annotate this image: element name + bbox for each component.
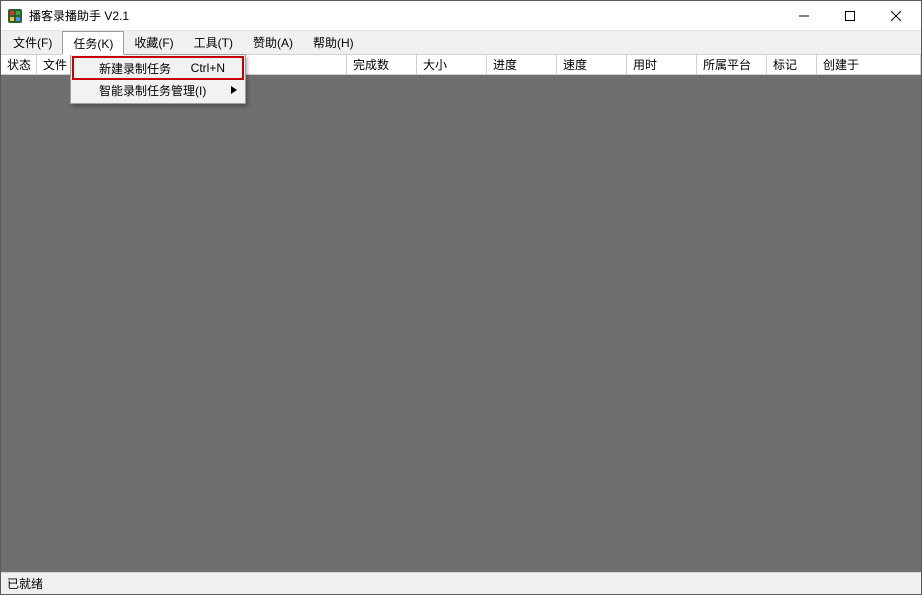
menu-help[interactable]: 帮助(H) [303, 31, 364, 54]
menu-file[interactable]: 文件(F) [3, 31, 62, 54]
menu-item-accel: Ctrl+N [191, 61, 225, 75]
minimize-button[interactable] [781, 1, 827, 31]
statusbar: 已就绪 [1, 572, 921, 594]
status-text: 已就绪 [7, 575, 43, 592]
menu-item-label: 智能录制任务管理(I) [99, 82, 225, 99]
menubar: 文件(F) 任务(K) 收藏(F) 工具(T) 赞助(A) 帮助(H) 新建录制… [1, 31, 921, 55]
col-elapsed[interactable]: 用时 [627, 55, 697, 74]
window-title: 播客录播助手 V2.1 [29, 7, 129, 24]
app-window: 播客录播助手 V2.1 文件(F) 任务(K) 收藏(F) 工具(T) 赞助(A… [0, 0, 922, 595]
menu-new-record-task[interactable]: 新建录制任务 Ctrl+N [73, 57, 243, 79]
menu-tools[interactable]: 工具(T) [184, 31, 243, 54]
app-icon [7, 8, 23, 24]
col-speed[interactable]: 速度 [557, 55, 627, 74]
col-mark[interactable]: 标记 [767, 55, 817, 74]
col-size[interactable]: 大小 [417, 55, 487, 74]
menu-task[interactable]: 任务(K) [62, 31, 124, 55]
menu-favorite[interactable]: 收藏(F) [124, 31, 183, 54]
task-list-area [1, 75, 921, 572]
col-platform[interactable]: 所属平台 [697, 55, 767, 74]
col-completed[interactable]: 完成数 [347, 55, 417, 74]
submenu-arrow-icon [231, 86, 237, 94]
maximize-button[interactable] [827, 1, 873, 31]
col-state[interactable]: 状态 [1, 55, 37, 74]
col-progress[interactable]: 进度 [487, 55, 557, 74]
close-button[interactable] [873, 1, 919, 31]
col-created[interactable]: 创建于 [817, 55, 921, 74]
menu-item-label: 新建录制任务 [99, 60, 175, 77]
menu-sponsor[interactable]: 赞助(A) [243, 31, 303, 54]
titlebar: 播客录播助手 V2.1 [1, 1, 921, 31]
menu-smart-record-mgmt[interactable]: 智能录制任务管理(I) [73, 79, 243, 101]
task-dropdown: 新建录制任务 Ctrl+N 智能录制任务管理(I) [70, 54, 246, 104]
